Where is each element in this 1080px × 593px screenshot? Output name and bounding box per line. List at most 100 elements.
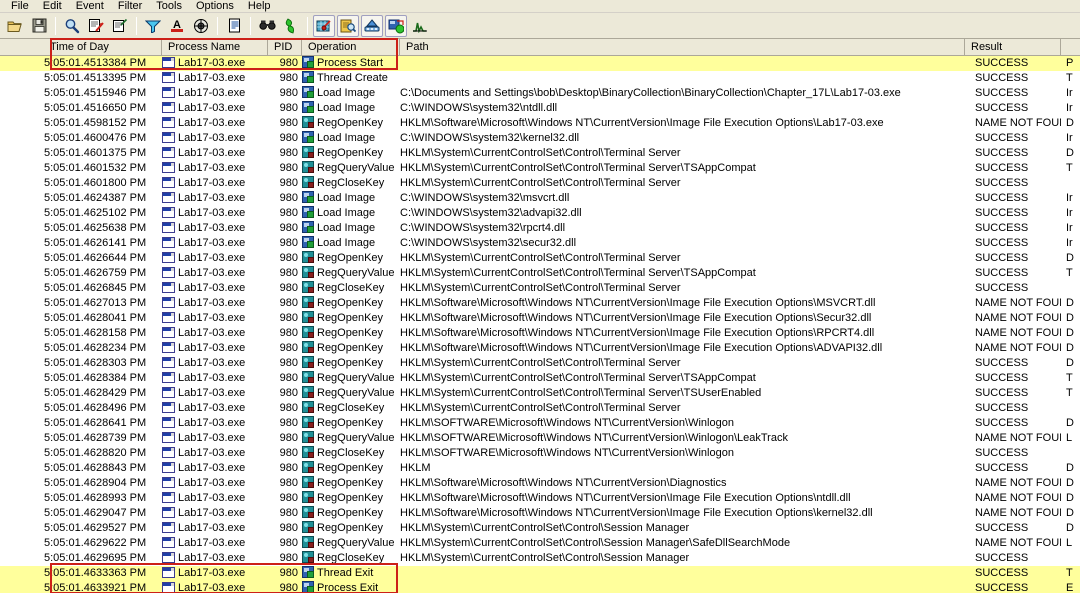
cell-process-name: Lab17-03.exe <box>162 431 268 446</box>
registry-key-icon <box>302 476 314 488</box>
application-window-icon <box>162 417 175 428</box>
table-row[interactable]: 5:05:01.4601532 PM Lab17-03.exe 980 RegQuer… <box>0 161 1080 176</box>
column-header-time[interactable]: Time of Day <box>44 39 162 55</box>
cell-detail: T <box>1066 267 1073 279</box>
column-header-detail[interactable] <box>1061 39 1080 55</box>
event-list[interactable]: 5:05:01.4513384 PM Lab17-03.exe 980 Process… <box>0 56 1080 593</box>
menu-item-tools[interactable]: Tools <box>149 1 189 12</box>
table-row[interactable]: 5:05:01.4628429 PM Lab17-03.exe 980 RegQuer… <box>0 386 1080 401</box>
table-row[interactable]: 5:05:01.4628843 PM Lab17-03.exe 980 RegOpen… <box>0 461 1080 476</box>
column-header-path[interactable]: Path <box>400 39 965 55</box>
table-row[interactable]: 5:05:01.4600476 PM Lab17-03.exe 980 Load Im… <box>0 131 1080 146</box>
menu-item-event[interactable]: Event <box>69 1 111 12</box>
table-row[interactable]: 5:05:01.4625638 PM Lab17-03.exe 980 Load Im… <box>0 221 1080 236</box>
cell-path: HKLM\Software\Microsoft\Windows NT\Curre… <box>400 507 873 519</box>
table-row[interactable]: 5:05:01.4628041 PM Lab17-03.exe 980 RegOpen… <box>0 311 1080 326</box>
table-row[interactable]: 5:05:01.4626141 PM Lab17-03.exe 980 Load Im… <box>0 236 1080 251</box>
filter-icon[interactable] <box>142 15 164 37</box>
table-row[interactable]: 5:05:01.4598152 PM Lab17-03.exe 980 RegOpen… <box>0 116 1080 131</box>
application-window-icon <box>162 132 175 143</box>
registry-activity-icon[interactable] <box>313 14 335 37</box>
process-activity-icon <box>302 581 314 593</box>
column-header-op[interactable]: Operation <box>302 39 400 55</box>
cell-operation: RegOpenKey <box>302 296 398 311</box>
table-row[interactable]: 5:05:01.4628820 PM Lab17-03.exe 980 RegClos… <box>0 446 1080 461</box>
cell-time-of-day: 5:05:01.4627013 PM <box>44 297 147 309</box>
table-row[interactable]: 5:05:01.4628384 PM Lab17-03.exe 980 RegQuer… <box>0 371 1080 386</box>
column-header-result[interactable]: Result <box>965 39 1061 55</box>
menu-item-filter[interactable]: Filter <box>111 1 149 12</box>
open-icon[interactable] <box>4 15 26 37</box>
table-row[interactable]: 5:05:01.4629527 PM Lab17-03.exe 980 RegOpen… <box>0 521 1080 536</box>
save-icon[interactable] <box>28 15 50 37</box>
table-row[interactable]: 5:05:01.4628904 PM Lab17-03.exe 980 RegOpen… <box>0 476 1080 491</box>
process-name-label: Lab17-03.exe <box>178 327 246 339</box>
cell-operation: RegOpenKey <box>302 416 398 431</box>
cell-process-name: Lab17-03.exe <box>162 566 268 581</box>
registry-key-icon <box>302 371 314 383</box>
table-row[interactable]: 5:05:01.4628496 PM Lab17-03.exe 980 RegClos… <box>0 401 1080 416</box>
cell-process-name: Lab17-03.exe <box>162 536 268 551</box>
cell-path: C:\Documents and Settings\bob\Desktop\Bi… <box>400 87 901 99</box>
process-tree-icon[interactable] <box>190 15 212 37</box>
table-row[interactable]: 5:05:01.4633363 PM Lab17-03.exe 980 Thread … <box>0 566 1080 581</box>
jump-icon[interactable] <box>280 15 302 37</box>
menu-item-file[interactable]: File <box>4 1 36 12</box>
file-activity-icon[interactable] <box>337 14 359 37</box>
table-row[interactable]: 5:05:01.4627013 PM Lab17-03.exe 980 RegOpen… <box>0 296 1080 311</box>
table-row[interactable]: 5:05:01.4629622 PM Lab17-03.exe 980 RegQuer… <box>0 536 1080 551</box>
table-row[interactable]: 5:05:01.4513395 PM Lab17-03.exe 980 Thread … <box>0 71 1080 86</box>
cell-detail: T <box>1066 72 1073 84</box>
highlight-icon[interactable]: A <box>166 15 188 37</box>
table-row[interactable]: 5:05:01.4624387 PM Lab17-03.exe 980 Load Im… <box>0 191 1080 206</box>
profiling-events-icon[interactable] <box>409 15 431 37</box>
table-row[interactable]: 5:05:01.4628234 PM Lab17-03.exe 980 RegOpen… <box>0 341 1080 356</box>
process-activity-icon[interactable] <box>385 14 407 37</box>
clear-display-icon[interactable] <box>109 15 131 37</box>
table-row[interactable]: 5:05:01.4513384 PM Lab17-03.exe 980 Process… <box>0 56 1080 71</box>
table-row[interactable]: 5:05:01.4626644 PM Lab17-03.exe 980 RegOpen… <box>0 251 1080 266</box>
table-row[interactable]: 5:05:01.4628739 PM Lab17-03.exe 980 RegQuer… <box>0 431 1080 446</box>
table-row[interactable]: 5:05:01.4633921 PM Lab17-03.exe 980 Process… <box>0 581 1080 593</box>
cell-pid: 980 <box>279 117 298 129</box>
application-window-icon <box>162 222 175 233</box>
menu-item-help[interactable]: Help <box>241 1 278 12</box>
table-row[interactable]: 5:05:01.4601800 PM Lab17-03.exe 980 RegClos… <box>0 176 1080 191</box>
table-row[interactable]: 5:05:01.4628993 PM Lab17-03.exe 980 RegOpen… <box>0 491 1080 506</box>
jump-to-object-icon[interactable] <box>223 15 245 37</box>
table-row[interactable]: 5:05:01.4628158 PM Lab17-03.exe 980 RegOpen… <box>0 326 1080 341</box>
cell-pid: 980 <box>279 477 298 489</box>
cell-path: HKLM\System\CurrentControlSet\Control\Te… <box>400 282 681 294</box>
menu-item-options[interactable]: Options <box>189 1 241 12</box>
table-row[interactable]: 5:05:01.4628641 PM Lab17-03.exe 980 RegOpen… <box>0 416 1080 431</box>
table-row[interactable]: 5:05:01.4629695 PM Lab17-03.exe 980 RegClos… <box>0 551 1080 566</box>
column-header-proc[interactable]: Process Name <box>162 39 268 55</box>
capture-events-icon[interactable] <box>61 15 83 37</box>
table-row[interactable]: 5:05:01.4515946 PM Lab17-03.exe 980 Load Im… <box>0 86 1080 101</box>
column-header-pid[interactable]: PID <box>268 39 302 55</box>
table-row[interactable]: 5:05:01.4625102 PM Lab17-03.exe 980 Load Im… <box>0 206 1080 221</box>
table-row[interactable]: 5:05:01.4629047 PM Lab17-03.exe 980 RegOpen… <box>0 506 1080 521</box>
table-row[interactable]: 5:05:01.4628303 PM Lab17-03.exe 980 RegOpen… <box>0 356 1080 371</box>
cell-process-name: Lab17-03.exe <box>162 191 268 206</box>
cell-pid: 980 <box>279 102 298 114</box>
registry-key-icon <box>302 551 314 563</box>
cell-operation: RegOpenKey <box>302 476 398 491</box>
process-name-label: Lab17-03.exe <box>178 207 246 219</box>
autoscroll-icon[interactable] <box>85 15 107 37</box>
table-row[interactable]: 5:05:01.4626759 PM Lab17-03.exe 980 RegQuer… <box>0 266 1080 281</box>
cell-process-name: Lab17-03.exe <box>162 116 268 131</box>
table-row[interactable]: 5:05:01.4601375 PM Lab17-03.exe 980 RegOpen… <box>0 146 1080 161</box>
cell-time-of-day: 5:05:01.4633921 PM <box>44 582 147 593</box>
application-window-icon <box>162 357 175 368</box>
find-icon[interactable] <box>256 15 278 37</box>
cell-detail: D <box>1066 252 1074 264</box>
table-row[interactable]: 5:05:01.4516650 PM Lab17-03.exe 980 Load Im… <box>0 101 1080 116</box>
menu-item-edit[interactable]: Edit <box>36 1 69 12</box>
cell-process-name: Lab17-03.exe <box>162 101 268 116</box>
cell-operation: RegOpenKey <box>302 116 398 131</box>
network-activity-icon[interactable] <box>361 14 383 37</box>
table-row[interactable]: 5:05:01.4626845 PM Lab17-03.exe 980 RegClos… <box>0 281 1080 296</box>
cell-result: NAME NOT FOUND <box>975 477 1061 489</box>
cell-process-name: Lab17-03.exe <box>162 401 268 416</box>
